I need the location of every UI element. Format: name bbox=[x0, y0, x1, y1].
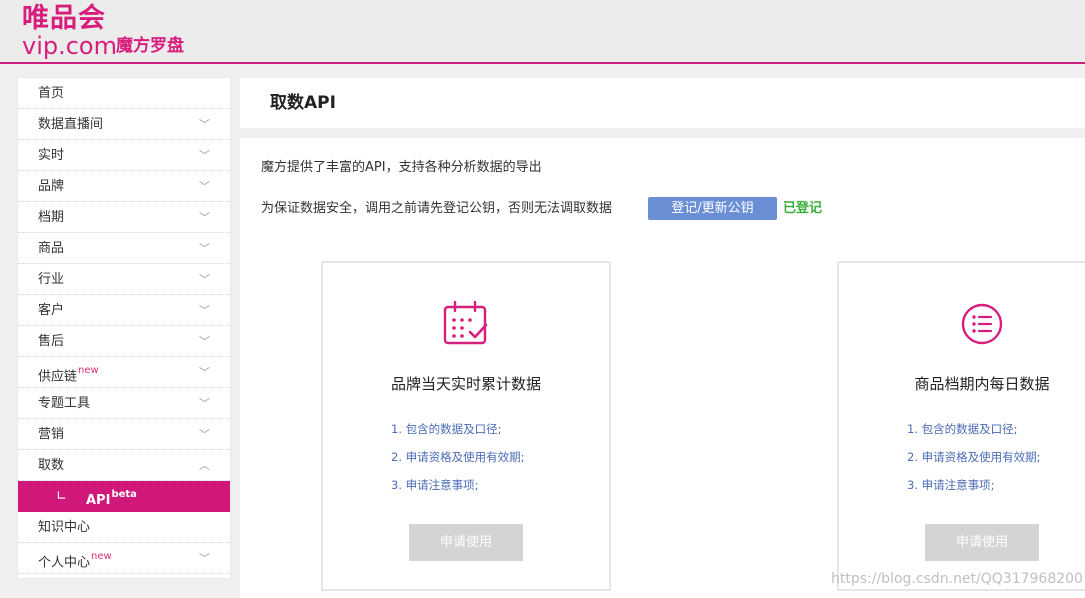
sidebar-item-label: 商品 bbox=[38, 241, 65, 256]
sidebar-item-data-fetch[interactable]: 取数 ︿ bbox=[18, 450, 230, 481]
card-link-item[interactable]: 2. 申请资格及使用有效期; bbox=[391, 443, 525, 471]
logo-cn[interactable]: 唯品会 bbox=[22, 4, 106, 34]
sidebar-item-label: 专题工具 bbox=[38, 396, 91, 411]
sidebar-item-label: 实时 bbox=[38, 148, 65, 163]
page-title: 取数API bbox=[270, 93, 336, 113]
calendar-check-icon bbox=[323, 301, 609, 349]
sidebar-item-label: 个人中心 bbox=[38, 555, 91, 571]
sidebar-item-after-sales[interactable]: 售后 ﹀ bbox=[18, 326, 230, 357]
sidebar-item-home[interactable]: 首页 bbox=[18, 78, 230, 109]
sidebar-item-supply-chain[interactable]: 供应链new ﹀ bbox=[18, 357, 230, 388]
card-link-item[interactable]: 3. 申请注意事项; bbox=[391, 471, 525, 499]
chevron-down-icon: ﹀ bbox=[199, 397, 210, 410]
card-link-item[interactable]: 3. 申请注意事项; bbox=[907, 471, 1041, 499]
sidebar-item-live-data[interactable]: 数据直播间 ﹀ bbox=[18, 109, 230, 140]
logo-subtitle: 魔方罗盘 bbox=[116, 36, 184, 56]
register-key-button[interactable]: 登记/更新公钥 bbox=[648, 197, 777, 220]
card-link-list: 1. 包含的数据及口径; 2. 申请资格及使用有效期; 3. 申请注意事项; bbox=[391, 415, 525, 499]
sidebar-item-label: 知识中心 bbox=[38, 520, 91, 535]
chevron-down-icon: ﹀ bbox=[199, 273, 210, 286]
sidebar-item-marketing[interactable]: 营销 ﹀ bbox=[18, 419, 230, 450]
sidebar-item-products[interactable]: 商品 ﹀ bbox=[18, 233, 230, 264]
sidebar-item-brand[interactable]: 品牌 ﹀ bbox=[18, 171, 230, 202]
sidebar-subitem-api[interactable]: ∟ APIbeta bbox=[18, 481, 230, 512]
sidebar-item-label: 首页 bbox=[38, 86, 65, 101]
watermark-text: https://blog.csdn.net/QQ317968200 bbox=[831, 571, 1083, 587]
card-title: 品牌当天实时累计数据 bbox=[390, 375, 541, 393]
sidebar-item-label: 营销 bbox=[38, 427, 65, 442]
new-badge: new bbox=[91, 551, 112, 562]
logo-en[interactable]: vip.com bbox=[22, 32, 117, 60]
chevron-down-icon: ﹀ bbox=[199, 118, 210, 131]
chevron-down-icon: ﹀ bbox=[199, 242, 210, 255]
api-card-brand-realtime: 品牌当天实时累计数据 1. 包含的数据及口径; 2. 申请资格及使用有效期; 3… bbox=[321, 261, 611, 591]
sidebar-item-schedule[interactable]: 档期 ﹀ bbox=[18, 202, 230, 233]
sidebar-item-label: 行业 bbox=[38, 272, 65, 287]
chevron-down-icon: ﹀ bbox=[199, 552, 210, 565]
card-link-item[interactable]: 1. 包含的数据及口径; bbox=[391, 415, 525, 443]
chevron-down-icon: ﹀ bbox=[199, 304, 210, 317]
sidebar-item-label: 品牌 bbox=[38, 179, 65, 194]
chevron-down-icon: ﹀ bbox=[199, 366, 210, 379]
chevron-down-icon: ﹀ bbox=[199, 180, 210, 193]
sidebar-item-label: API bbox=[86, 493, 111, 509]
security-notice: 为保证数据安全，调用之前请先登记公钥，否则无法调取数据 bbox=[261, 201, 613, 216]
apply-button[interactable]: 申请使用 bbox=[925, 524, 1039, 561]
card-link-item[interactable]: 2. 申请资格及使用有效期; bbox=[907, 443, 1041, 471]
sidebar-item-label: 客户 bbox=[38, 303, 65, 318]
sidebar-item-industry[interactable]: 行业 ﹀ bbox=[18, 264, 230, 295]
beta-badge: beta bbox=[111, 489, 137, 500]
new-badge: new bbox=[78, 365, 99, 376]
chevron-down-icon: ﹀ bbox=[199, 428, 210, 441]
tree-elbow-icon: ∟ bbox=[56, 489, 67, 504]
chevron-up-icon: ︿ bbox=[199, 459, 210, 472]
api-card-product-daily: 商品档期内每日数据 1. 包含的数据及口径; 2. 申请资格及使用有效期; 3.… bbox=[837, 261, 1085, 591]
main-content: 魔方提供了丰富的API，支持各种分析数据的导出 为保证数据安全，调用之前请先登记… bbox=[240, 138, 1085, 598]
card-title: 商品档期内每日数据 bbox=[914, 375, 1050, 393]
sidebar-item-label: 售后 bbox=[38, 334, 65, 349]
register-status: 已登记 bbox=[783, 201, 823, 216]
list-circle-icon bbox=[839, 301, 1085, 349]
page-title-bar: 取数API bbox=[240, 78, 1085, 128]
sidebar-item-label: 供应链 bbox=[38, 369, 78, 385]
chevron-down-icon: ﹀ bbox=[199, 149, 210, 162]
card-link-list: 1. 包含的数据及口径; 2. 申请资格及使用有效期; 3. 申请注意事项; bbox=[907, 415, 1041, 499]
intro-text: 魔方提供了丰富的API，支持各种分析数据的导出 bbox=[261, 160, 542, 175]
sidebar-item-label: 数据直播间 bbox=[38, 117, 104, 132]
chevron-down-icon: ﹀ bbox=[199, 335, 210, 348]
sidebar-item-topic-tools[interactable]: 专题工具 ﹀ bbox=[18, 388, 230, 419]
sidebar-item-label: 取数 bbox=[38, 458, 65, 473]
card-link-item[interactable]: 1. 包含的数据及口径; bbox=[907, 415, 1041, 443]
sidebar-item-label: 档期 bbox=[38, 210, 65, 225]
top-header: 唯品会 vip.com 魔方罗盘 bbox=[0, 0, 1085, 64]
apply-button[interactable]: 申请使用 bbox=[409, 524, 523, 561]
sidebar-item-customers[interactable]: 客户 ﹀ bbox=[18, 295, 230, 326]
sidebar-item-realtime[interactable]: 实时 ﹀ bbox=[18, 140, 230, 171]
chevron-down-icon: ﹀ bbox=[199, 211, 210, 224]
sidebar-item-personal-center[interactable]: 个人中心new ﹀ bbox=[18, 543, 230, 574]
sidebar: 首页 数据直播间 ﹀ 实时 ﹀ 品牌 ﹀ 档期 ﹀ 商品 ﹀ 行业 ﹀ 客户 ﹀… bbox=[18, 78, 230, 578]
sidebar-item-knowledge-center[interactable]: 知识中心 bbox=[18, 512, 230, 543]
